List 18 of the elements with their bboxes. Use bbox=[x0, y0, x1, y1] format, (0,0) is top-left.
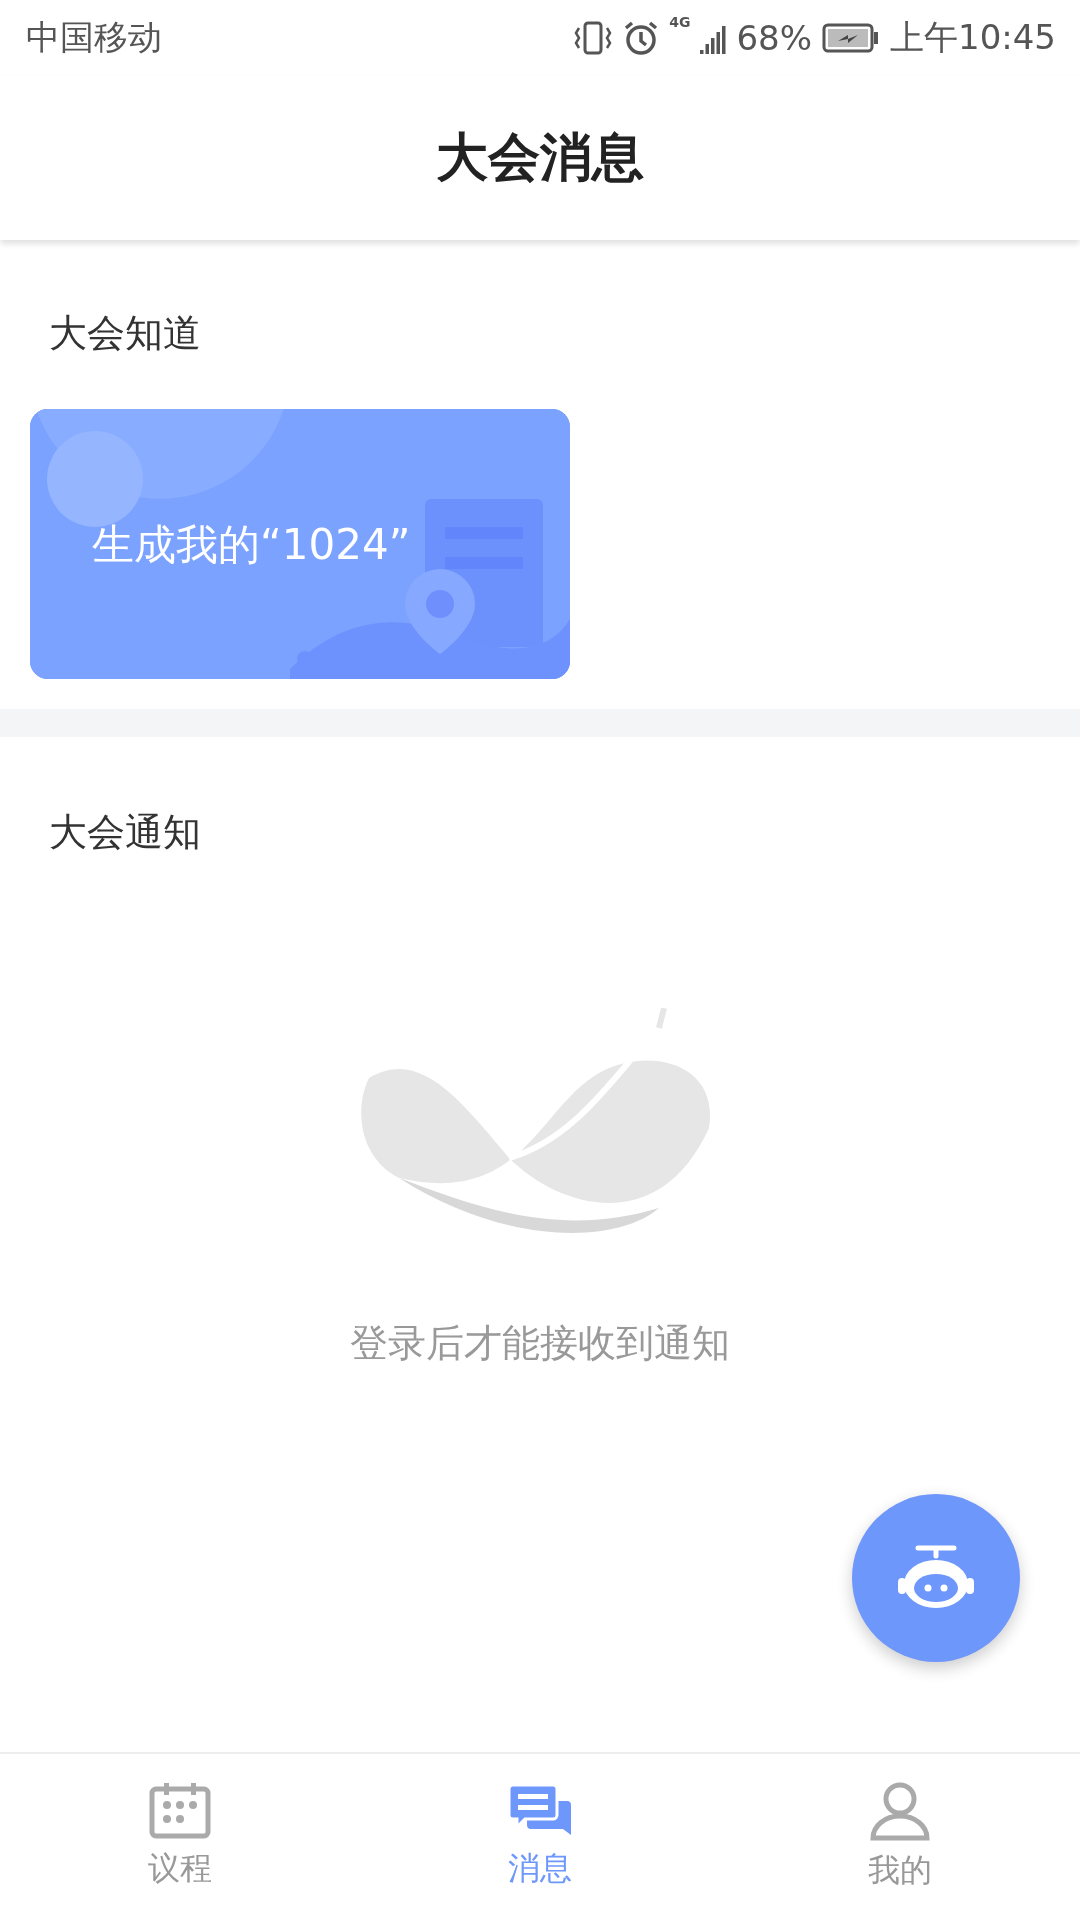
battery-charging-icon bbox=[822, 23, 880, 53]
vibrate-icon bbox=[573, 20, 614, 56]
nav-tab[interactable]: 我的 bbox=[720, 1754, 1080, 1920]
card-title: 生成我的“1024” bbox=[92, 519, 411, 571]
carrier-name: 中国移动 bbox=[26, 16, 163, 59]
section-title: 大会通知 bbox=[48, 809, 202, 856]
user-icon bbox=[869, 1781, 931, 1841]
nav-tab[interactable]: 议程 bbox=[0, 1754, 360, 1920]
banner-card[interactable]: 生成我的“1024” bbox=[30, 409, 570, 679]
section-title: 大会知道 bbox=[48, 310, 202, 357]
clock-time: 上午10:45 bbox=[890, 16, 1056, 59]
page-title: 大会消息 bbox=[436, 126, 644, 189]
alarm-icon bbox=[623, 20, 660, 56]
calendar-icon bbox=[149, 1783, 211, 1839]
nav-tab[interactable]: 消息 bbox=[360, 1754, 720, 1920]
network-type: 4G bbox=[669, 14, 691, 30]
empty-message: 登录后才能接收到通知 bbox=[350, 1320, 730, 1367]
battery-percent: 68% bbox=[736, 18, 812, 58]
